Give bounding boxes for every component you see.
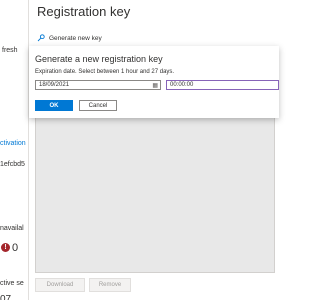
keys-list-area — [35, 114, 275, 273]
unavailable-label: navailal — [0, 225, 24, 232]
background-blade: fresh ctivation 1efcbd5 navailal ! 0 cti… — [0, 0, 28, 300]
generate-new-key-label: Generate new key — [49, 34, 102, 42]
time-value: 00:00:00 — [170, 82, 194, 88]
activation-code: 1efcbd5 — [0, 161, 25, 168]
generate-key-dialog: Generate a new registration key Expirati… — [29, 46, 279, 118]
calendar-icon[interactable]: ▦ — [152, 82, 158, 89]
active-sessions-count: 07 — [0, 294, 12, 300]
cancel-button[interactable]: Cancel — [79, 100, 117, 111]
refresh-label[interactable]: fresh — [2, 47, 18, 54]
dialog-description: Expiration date. Select between 1 hour a… — [35, 69, 175, 75]
unavailable-count: 0 — [12, 242, 19, 254]
registration-key-panel: Registration key Generate new key Downlo… — [29, 0, 279, 300]
key-icon — [37, 34, 45, 42]
dialog-title: Generate a new registration key — [35, 54, 163, 64]
active-sessions-label: ctive se — [0, 280, 24, 287]
expiration-time-field[interactable]: 00:00:00 — [166, 80, 279, 90]
panel-title: Registration key — [37, 4, 131, 19]
activation-link[interactable]: ctivation — [0, 140, 26, 147]
expiration-date-field[interactable]: 18/09/2021 ▦ — [35, 80, 161, 90]
remove-button[interactable]: Remove — [89, 278, 131, 292]
ok-button[interactable]: OK — [35, 100, 73, 111]
error-icon: ! — [1, 243, 10, 252]
generate-new-key-button[interactable]: Generate new key — [37, 34, 102, 42]
date-value: 18/09/2021 — [39, 82, 70, 88]
download-button[interactable]: Download — [35, 278, 85, 292]
